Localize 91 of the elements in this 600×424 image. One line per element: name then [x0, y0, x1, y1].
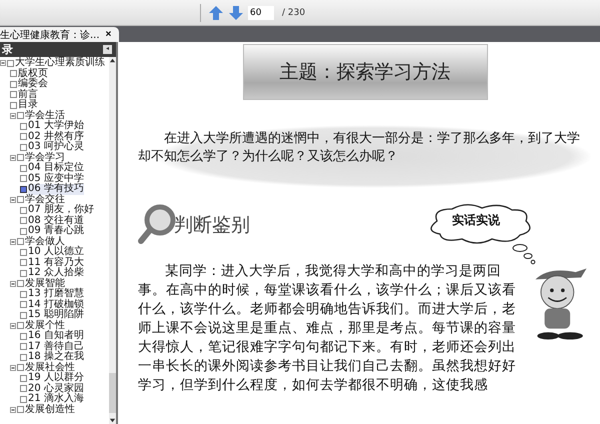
expander-icon[interactable] — [0, 60, 6, 66]
tree-item[interactable]: 19 人以群分 — [28, 373, 84, 384]
page-number-field[interactable]: 60 — [248, 6, 274, 20]
tree-item[interactable]: 15 聪明陷阱 — [28, 310, 84, 320]
tree-item[interactable]: 09 青春心跳 — [28, 226, 84, 236]
checkbox[interactable] — [20, 290, 27, 298]
page-total: / 230 — [282, 8, 306, 18]
tree-item[interactable]: 目录 — [18, 100, 38, 110]
tree-item[interactable]: 02 井然有序 — [28, 132, 84, 142]
tree-item[interactable]: 发展创造性 — [25, 404, 75, 415]
checkbox[interactable] — [20, 133, 27, 140]
checkbox[interactable] — [20, 270, 27, 277]
checkbox[interactable] — [20, 122, 27, 130]
checkbox[interactable] — [20, 301, 27, 308]
tree-item[interactable]: 12 众人拾柴 — [28, 268, 84, 278]
checkbox[interactable] — [17, 406, 24, 414]
checkbox[interactable] — [20, 217, 27, 224]
checkbox[interactable] — [17, 322, 24, 330]
checkbox[interactable] — [10, 102, 17, 109]
tree-item[interactable]: 学会做人 — [25, 236, 65, 247]
tree-item[interactable]: 14 打破枷锁 — [28, 300, 84, 310]
checkbox[interactable] — [17, 280, 24, 288]
tree-item[interactable]: 前言 — [18, 90, 38, 100]
checkbox[interactable] — [20, 354, 27, 361]
body-paragraph: 某同学：进入大学后，我觉得大学和高中的学习是两回事。在高中的时候，每堂课该看什么，该学什么；课后又该看什么，该学什么。老师都会明确地告诉我们。而进大学后，老师上课不会说这里是重点、难点，那里是考点。每节课的容量大得惊人，笔记很难字字句句都记下来。有时，老师还会列出一串长长的课外阅读参考书目让我们自己去翻。虽然我想好好学习，但学到什么程度，如何去学都很不明确，这使我感 — [138, 262, 517, 395]
checkbox[interactable] — [7, 60, 14, 67]
checkbox[interactable] — [20, 144, 27, 151]
checkbox[interactable] — [17, 196, 24, 204]
banner-title: 主题：探索学习方法 — [280, 60, 450, 85]
tree-item[interactable]: 08 交往有道 — [28, 216, 84, 226]
checkbox[interactable] — [10, 91, 17, 98]
checkbox[interactable] — [20, 175, 27, 182]
checkbox[interactable] — [17, 238, 24, 246]
tree-item[interactable]: 学会交往 — [25, 194, 65, 205]
bubble-text: 实话实说 — [452, 212, 500, 229]
checkbox[interactable] — [17, 364, 24, 372]
expander-icon[interactable] — [10, 406, 16, 413]
tree-item[interactable]: 05 应变中学 — [28, 174, 84, 184]
checkbox[interactable] — [20, 343, 27, 350]
section-heading: 判断鉴别 — [173, 213, 250, 238]
tree-item[interactable]: 20 心灵家园 — [28, 384, 84, 394]
tree-item[interactable]: 07 朋友，你好 — [28, 205, 94, 216]
checkbox[interactable] — [20, 312, 27, 319]
document-tab[interactable]: 生心理健康教育：诊... × — [0, 27, 120, 42]
expander-icon[interactable] — [10, 238, 16, 245]
tree-item[interactable]: 18 操之在我 — [28, 352, 84, 362]
up-arrow-icon[interactable] — [208, 4, 224, 20]
sidebar-title: 录 — [2, 42, 13, 57]
checkbox[interactable] — [20, 248, 27, 256]
checkbox[interactable] — [20, 228, 27, 235]
checkbox[interactable] — [20, 259, 27, 266]
tree-item[interactable]: 13 打磨智慧 — [28, 289, 84, 300]
scroll-thumb[interactable] — [109, 373, 116, 413]
down-arrow-icon[interactable] — [228, 4, 244, 20]
magnifier-icon — [138, 204, 176, 246]
checkbox[interactable] — [20, 374, 27, 382]
tree-item[interactable]: 学会生活 — [25, 110, 65, 121]
tree-item[interactable]: 发展社会性 — [25, 362, 75, 373]
checkbox[interactable] — [20, 396, 27, 403]
checkbox[interactable] — [20, 186, 27, 193]
tree-item[interactable]: 16 自知者明 — [28, 331, 84, 342]
tree-item[interactable]: 21 滴水入海 — [28, 394, 84, 404]
tree-item[interactable]: 编委会 — [18, 79, 48, 90]
expander-icon[interactable] — [10, 364, 16, 371]
expander-icon[interactable] — [10, 154, 16, 161]
tree-item[interactable]: 06 学有技巧 — [28, 184, 84, 194]
tree-item[interactable]: 版权页 — [18, 68, 48, 79]
checkbox[interactable] — [20, 164, 27, 172]
tree-item[interactable]: 03 呵护心灵 — [28, 142, 84, 152]
checkbox[interactable] — [10, 80, 17, 88]
tree-item[interactable]: 17 善待自己 — [28, 342, 84, 352]
checkbox[interactable] — [20, 332, 27, 340]
tree-item[interactable]: 发展个性 — [25, 320, 65, 331]
tree-item[interactable]: 发展智能 — [25, 278, 65, 289]
tree-item[interactable]: 11 有容乃大 — [28, 258, 84, 268]
expander-icon[interactable] — [10, 112, 16, 119]
close-tab-button[interactable]: × — [106, 29, 112, 40]
tree-item[interactable]: 04 目标定位 — [28, 163, 84, 174]
tree-item[interactable]: 01 大学伊始 — [28, 121, 84, 132]
expander-icon[interactable] — [10, 196, 16, 203]
expander-icon[interactable] — [10, 322, 16, 329]
tree-item[interactable]: 10 人以德立 — [28, 247, 84, 258]
checkbox[interactable] — [20, 206, 27, 214]
scrollbar[interactable] — [109, 57, 116, 424]
checkbox[interactable] — [17, 112, 24, 120]
checkbox[interactable] — [20, 385, 27, 392]
checkbox[interactable] — [10, 70, 17, 78]
checkbox[interactable] — [17, 154, 24, 162]
expander-icon[interactable] — [10, 280, 16, 287]
tree-item[interactable]: 学会学习 — [25, 152, 65, 163]
scroll-down-icon[interactable] — [109, 417, 116, 424]
